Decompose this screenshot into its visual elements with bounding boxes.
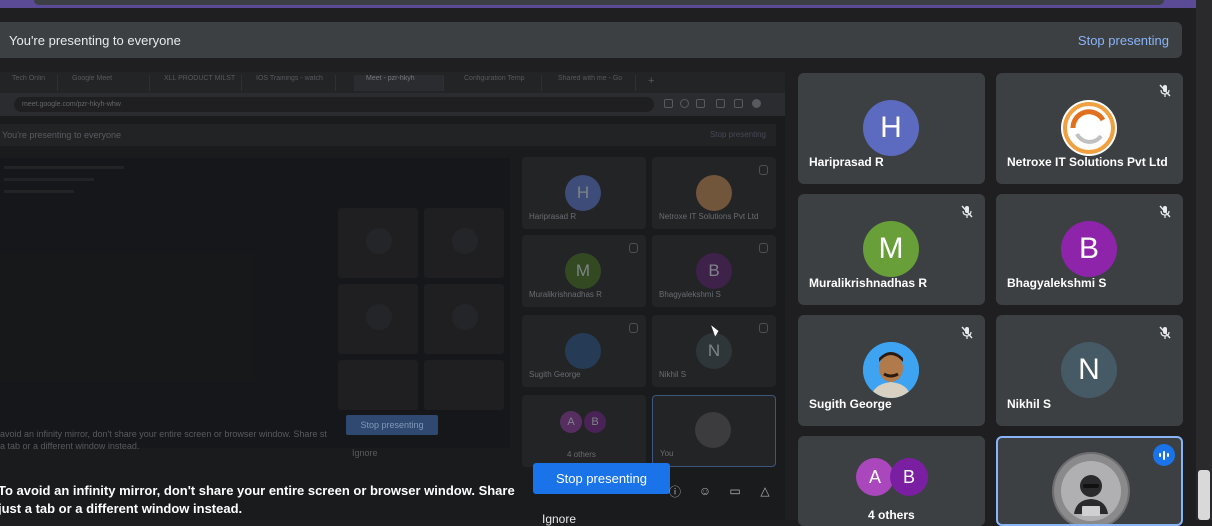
- top-window-strip: [0, 0, 1196, 8]
- mic-off-icon: [1155, 202, 1175, 222]
- participant-name: Muralikrishnadhas R: [809, 276, 928, 290]
- participant-tile-bhagyalekshmi[interactable]: B Bhagyalekshmi S: [996, 194, 1183, 305]
- presenting-message: You're presenting to everyone: [9, 33, 181, 48]
- participant-name: Hariprasad R: [809, 155, 884, 169]
- participant-photo: [863, 342, 919, 398]
- presenting-banner: You're presenting to everyone Stop prese…: [0, 22, 1182, 58]
- mic-off-icon: [957, 202, 977, 222]
- participant-name: Sugith George: [809, 397, 892, 411]
- chat-icon: ▭: [729, 484, 741, 498]
- participant-name: Nikhil S: [1007, 397, 1052, 411]
- mic-off-icon: [1155, 323, 1175, 343]
- preview-dim-overlay: [0, 72, 785, 520]
- participant-name: Netroxe IT Solutions Pvt Ltd: [1007, 155, 1168, 169]
- participant-tile-sugith[interactable]: Sugith George: [798, 315, 985, 426]
- page-scrollbar[interactable]: [1196, 0, 1212, 520]
- participant-name: Bhagyalekshmi S: [1007, 276, 1107, 290]
- others-avatar-b: B: [890, 458, 928, 496]
- participant-tile-others[interactable]: A B 4 others: [798, 436, 985, 526]
- participant-tile-you[interactable]: [996, 436, 1183, 526]
- mic-off-icon: [957, 323, 977, 343]
- participant-tile-muralikrishnadhas[interactable]: M Muralikrishnadhas R: [798, 194, 985, 305]
- participant-tile-nikhil[interactable]: N Nikhil S: [996, 315, 1183, 426]
- shared-screen-preview: Tech Onlin Google Meet XLL PRODUCT MILST…: [0, 72, 785, 520]
- participant-avatar: M: [863, 221, 919, 277]
- infinity-mirror-hint: To avoid an infinity mirror, don't share…: [0, 483, 515, 516]
- banner-stop-presenting-link[interactable]: Stop presenting: [1078, 33, 1169, 48]
- participant-avatar: B: [1061, 221, 1117, 277]
- people-icon: ☺: [698, 484, 712, 498]
- self-avatar: [1052, 452, 1130, 524]
- scrollbar-thumb[interactable]: [1198, 470, 1210, 520]
- info-icon: ⓘ: [668, 484, 681, 499]
- speaking-indicator-icon: [1153, 444, 1175, 466]
- participant-tile-netroxe[interactable]: Netroxe IT Solutions Pvt Ltd: [996, 73, 1183, 184]
- participant-avatar: N: [1061, 342, 1117, 398]
- preview-toolbar: ⓘ ☺ ▭ △: [668, 484, 772, 499]
- ignore-button[interactable]: Ignore: [542, 512, 576, 526]
- participant-avatar: H: [863, 100, 919, 156]
- others-avatar-a: A: [856, 458, 894, 496]
- netroxe-logo: [1061, 100, 1117, 156]
- mic-off-icon: [1155, 81, 1175, 101]
- activities-icon: △: [760, 484, 770, 498]
- participant-tile-hariprasad[interactable]: H Hariprasad R: [798, 73, 985, 184]
- top-search-bar: [34, 0, 1164, 5]
- stop-presenting-button[interactable]: Stop presenting: [533, 463, 670, 494]
